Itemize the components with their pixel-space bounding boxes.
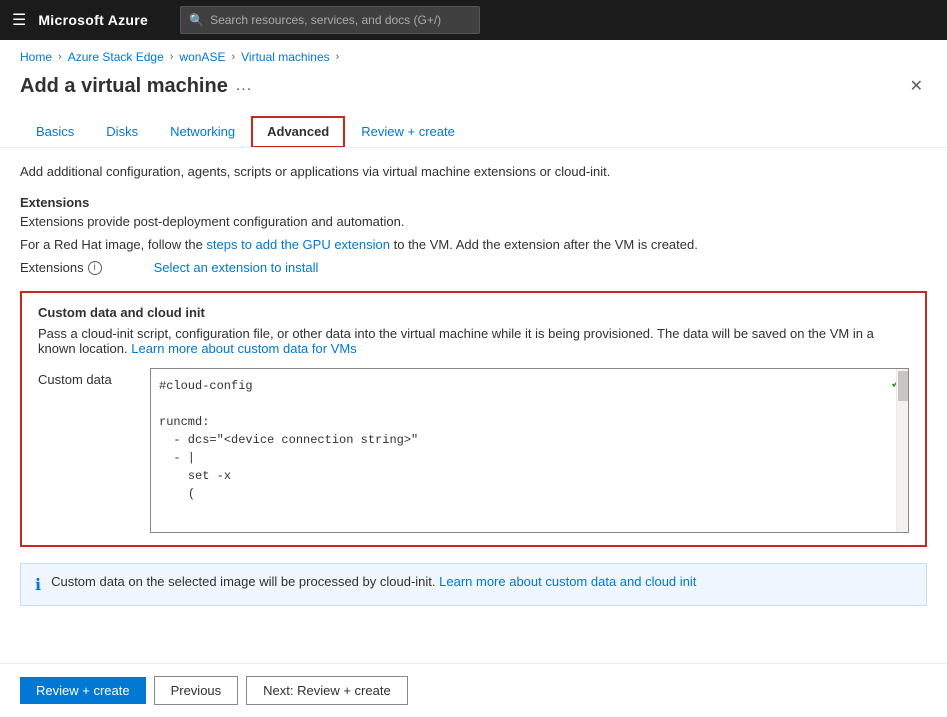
learn-more-custom-data-link[interactable]: Learn more about custom data for VMs: [131, 341, 356, 356]
custom-data-description: Pass a cloud-init script, configuration …: [38, 326, 909, 356]
page-description: Add additional configuration, agents, sc…: [20, 164, 927, 179]
tabs-bar: Basics Disks Networking Advanced Review …: [0, 100, 947, 148]
app-title: Microsoft Azure: [38, 12, 148, 28]
breadcrumb-stack-edge[interactable]: Azure Stack Edge: [68, 50, 164, 64]
extensions-row: Extensions i Select an extension to inst…: [20, 260, 927, 275]
page-header-left: Add a virtual machine ...: [20, 75, 252, 98]
content-body: Add additional configuration, agents, sc…: [0, 148, 947, 642]
tab-review-create[interactable]: Review + create: [345, 116, 471, 147]
topbar: ☰ Microsoft Azure 🔍: [0, 0, 947, 40]
info-notice-text-static: Custom data on the selected image will b…: [51, 574, 439, 589]
extensions-label: Extensions i: [20, 260, 102, 275]
extensions-label-text: Extensions: [20, 260, 84, 275]
gpu-note: For a Red Hat image, follow the steps to…: [20, 237, 927, 252]
gpu-note-text: For a Red Hat image, follow the: [20, 237, 206, 252]
search-icon: 🔍: [189, 13, 204, 27]
custom-data-title: Custom data and cloud init: [38, 305, 909, 320]
custom-data-label: Custom data: [38, 368, 138, 387]
extensions-title: Extensions: [20, 195, 927, 210]
close-button[interactable]: ✕: [906, 72, 927, 100]
scrollbar-thumb: [898, 371, 908, 401]
custom-data-row: Custom data #cloud-config runcmd: - dcs=…: [38, 368, 909, 533]
breadcrumb-home[interactable]: Home: [20, 50, 52, 64]
textarea-scrollbar[interactable]: [896, 369, 908, 532]
tab-networking[interactable]: Networking: [154, 116, 251, 147]
extensions-info-icon[interactable]: i: [88, 261, 102, 275]
hamburger-icon[interactable]: ☰: [12, 10, 26, 30]
tab-advanced[interactable]: Advanced: [251, 116, 345, 147]
next-review-create-button[interactable]: Next: Review + create: [246, 676, 408, 705]
info-notice: ℹ Custom data on the selected image will…: [20, 563, 927, 606]
custom-data-textarea[interactable]: #cloud-config runcmd: - dcs="<device con…: [151, 369, 908, 529]
tab-disks[interactable]: Disks: [90, 116, 154, 147]
bottom-action-bar: Review + create Previous Next: Review + …: [0, 663, 947, 717]
search-input[interactable]: [210, 13, 471, 27]
tab-basics[interactable]: Basics: [20, 116, 90, 147]
page-title: Add a virtual machine: [20, 75, 228, 98]
previous-button[interactable]: Previous: [154, 676, 239, 705]
main-content: Home › Azure Stack Edge › wonASE › Virtu…: [0, 40, 947, 717]
custom-data-box: Custom data and cloud init Pass a cloud-…: [20, 291, 927, 547]
learn-more-cloud-init-link[interactable]: Learn more about custom data and cloud i…: [439, 574, 696, 589]
page-header: Add a virtual machine ... ✕: [0, 64, 947, 100]
info-notice-text: Custom data on the selected image will b…: [51, 574, 696, 589]
breadcrumb-vms[interactable]: Virtual machines: [241, 50, 330, 64]
info-notice-icon: ℹ: [35, 575, 41, 595]
breadcrumb-wonase[interactable]: wonASE: [179, 50, 225, 64]
gpu-extension-link[interactable]: steps to add the GPU extension: [206, 237, 390, 252]
gpu-note-cont: to the VM. Add the extension after the V…: [394, 237, 698, 252]
breadcrumb: Home › Azure Stack Edge › wonASE › Virtu…: [0, 40, 947, 64]
page-options-icon[interactable]: ...: [236, 77, 252, 95]
select-extension-link[interactable]: Select an extension to install: [154, 260, 319, 275]
review-create-button[interactable]: Review + create: [20, 677, 146, 704]
extensions-description: Extensions provide post-deployment confi…: [20, 214, 927, 229]
search-bar[interactable]: 🔍: [180, 6, 480, 34]
custom-data-textarea-wrapper: #cloud-config runcmd: - dcs="<device con…: [150, 368, 909, 533]
